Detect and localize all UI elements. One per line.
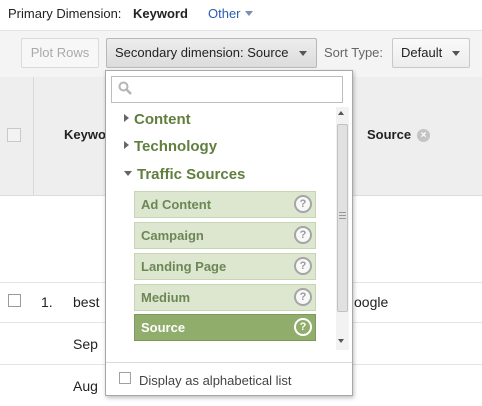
column-divider bbox=[33, 77, 34, 195]
column-header-source[interactable]: Source bbox=[367, 127, 411, 142]
dimension-item-medium[interactable]: Medium? bbox=[134, 284, 316, 311]
group-label: Traffic Sources bbox=[137, 166, 246, 183]
row-keyword[interactable]: Aug bbox=[73, 378, 98, 394]
dimension-item-label: Source bbox=[141, 320, 186, 335]
primary-dimension-keyword[interactable]: Keyword bbox=[133, 6, 188, 21]
row-checkbox[interactable] bbox=[8, 294, 21, 307]
scroll-down-arrow-icon[interactable] bbox=[338, 339, 344, 343]
alphabetical-list-label[interactable]: Display as alphabetical list bbox=[139, 373, 291, 388]
remove-dimension-icon[interactable]: × bbox=[417, 129, 430, 142]
row-keyword[interactable]: Sep bbox=[73, 336, 98, 352]
help-icon[interactable]: ? bbox=[294, 195, 312, 213]
column-header-keyword[interactable]: Keywo bbox=[64, 127, 106, 142]
collapse-arrow-icon bbox=[124, 171, 132, 176]
help-icon[interactable]: ? bbox=[294, 226, 312, 244]
row-keyword[interactable]: best bbox=[73, 294, 99, 310]
expand-arrow-icon bbox=[124, 141, 129, 149]
alphabetical-list-checkbox[interactable] bbox=[119, 372, 131, 384]
group-label: Technology bbox=[134, 138, 218, 155]
group-technology[interactable]: Technology bbox=[124, 138, 217, 155]
sort-type-dropdown[interactable]: Default bbox=[392, 38, 470, 68]
sort-type-value: Default bbox=[401, 45, 443, 60]
dimension-item-source[interactable]: Source? bbox=[134, 314, 316, 341]
dimension-item-ad-content[interactable]: Ad Content? bbox=[134, 191, 316, 218]
row-index: 1. bbox=[41, 294, 53, 310]
primary-dimension-label: Primary Dimension: bbox=[8, 6, 122, 21]
plot-rows-button[interactable]: Plot Rows bbox=[21, 38, 99, 68]
dimension-item-campaign[interactable]: Campaign? bbox=[134, 222, 316, 249]
group-content[interactable]: Content bbox=[124, 111, 191, 128]
dropdown-footer-divider bbox=[106, 362, 352, 363]
scrollbar-grip bbox=[339, 215, 346, 216]
group-label: Content bbox=[134, 111, 191, 128]
dimension-search-input[interactable] bbox=[111, 76, 343, 103]
chevron-down-icon bbox=[244, 11, 253, 16]
expand-arrow-icon bbox=[124, 114, 129, 122]
scrollbar-grip bbox=[339, 212, 346, 213]
chevron-down-icon bbox=[452, 51, 460, 56]
help-icon[interactable]: ? bbox=[294, 318, 312, 336]
other-label: Other bbox=[208, 6, 241, 21]
dimension-item-label: Medium bbox=[141, 290, 191, 305]
dimension-item-label: Campaign bbox=[141, 228, 204, 243]
scrollbar-grip bbox=[339, 218, 346, 219]
dimension-item-landing-page[interactable]: Landing Page? bbox=[134, 253, 316, 280]
dimension-item-label: Landing Page bbox=[141, 259, 227, 274]
chevron-down-icon bbox=[299, 51, 307, 56]
row-source[interactable]: oogle bbox=[354, 294, 388, 310]
sort-type-label: Sort Type: bbox=[324, 45, 384, 60]
secondary-dimension-button[interactable]: Secondary dimension: Source bbox=[106, 38, 317, 68]
search-icon bbox=[118, 81, 132, 95]
secondary-dimension-label: Secondary dimension: Source bbox=[115, 45, 289, 60]
help-icon[interactable]: ? bbox=[294, 257, 312, 275]
primary-dimension-other-link[interactable]: Other bbox=[208, 6, 253, 21]
select-all-checkbox[interactable] bbox=[7, 128, 21, 142]
help-icon[interactable]: ? bbox=[294, 288, 312, 306]
group-traffic-sources[interactable]: Traffic Sources bbox=[124, 166, 245, 183]
dimension-item-label: Ad Content bbox=[141, 197, 212, 212]
scroll-up-arrow-icon[interactable] bbox=[338, 111, 344, 115]
